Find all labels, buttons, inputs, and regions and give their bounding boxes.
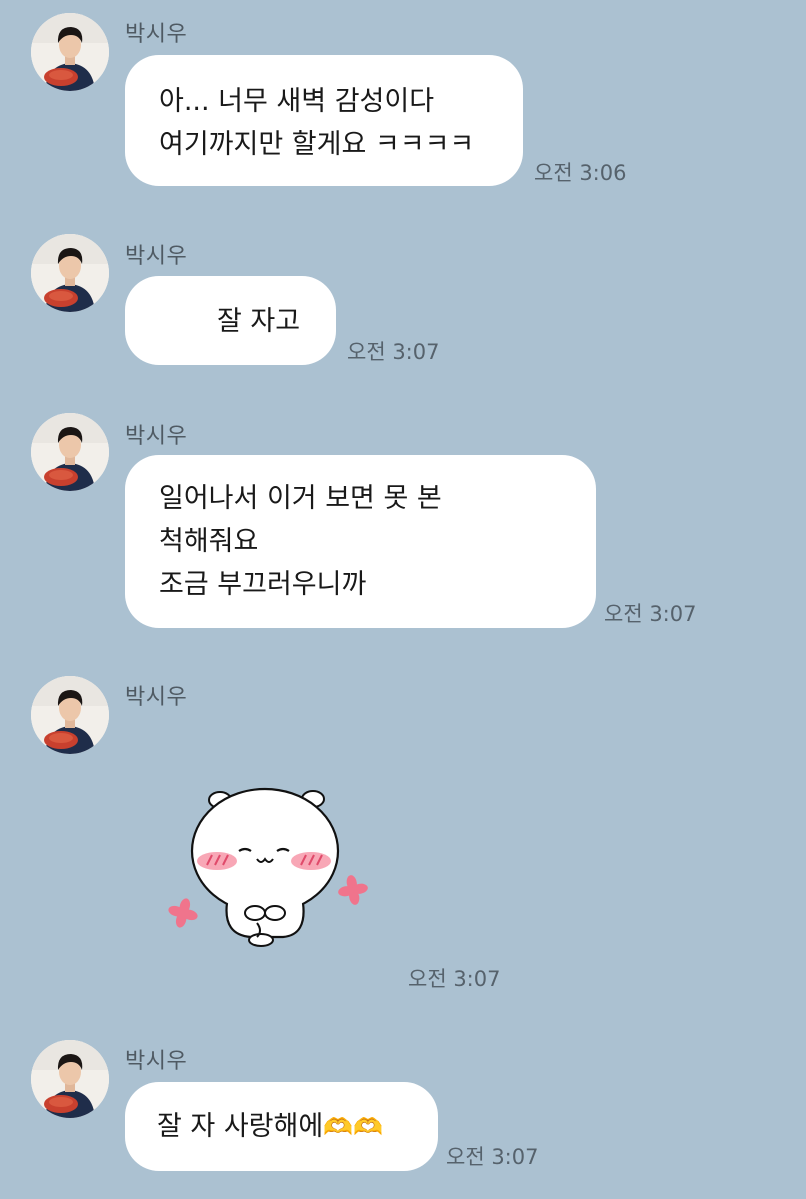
message-time: 오전 3:07	[446, 1145, 539, 1169]
message-text: 잘 자고	[217, 306, 301, 337]
message-text: 척해줘요	[159, 526, 259, 557]
message-time: 오전 3:06	[534, 161, 627, 185]
message-bubble[interactable]: 잘 자고	[125, 276, 336, 365]
sender-name: 박시우	[125, 22, 188, 47]
avatar[interactable]	[31, 13, 109, 91]
blushing-hamster-sticker[interactable]	[165, 785, 375, 955]
avatar[interactable]	[31, 676, 109, 754]
message-text: 조금 부끄러우니까	[159, 569, 367, 600]
sender-name: 박시우	[125, 244, 188, 269]
message-text: 일어나서 이거 보면 못 본	[159, 483, 442, 514]
message-time: 오전 3:07	[347, 340, 440, 364]
message-bubble[interactable]: 일어나서 이거 보면 못 본 척해줘요 조금 부끄러우니까	[125, 455, 596, 628]
sender-name: 박시우	[125, 424, 188, 449]
heart-hands-icon: 🫶🫶	[323, 1113, 383, 1141]
message-bubble[interactable]: 잘 자 사랑해에🫶🫶	[125, 1082, 438, 1171]
sender-name: 박시우	[125, 685, 188, 710]
avatar[interactable]	[31, 413, 109, 491]
sender-name: 박시우	[125, 1049, 188, 1074]
message-text: 여기까지만 할게요 ㅋㅋㅋㅋ	[159, 129, 475, 160]
message-time: 오전 3:07	[604, 602, 697, 626]
avatar[interactable]	[31, 234, 109, 312]
message-bubble[interactable]: 아... 너무 새벽 감성이다 여기까지만 할게요 ㅋㅋㅋㅋ	[125, 55, 523, 186]
message-text: 잘 자 사랑해에	[157, 1111, 324, 1142]
message-time: 오전 3:07	[408, 967, 501, 991]
message-text: 아... 너무 새벽 감성이다	[159, 86, 435, 117]
avatar[interactable]	[31, 1040, 109, 1118]
message-text-row: 잘 자 사랑해에🫶🫶	[157, 1105, 438, 1149]
